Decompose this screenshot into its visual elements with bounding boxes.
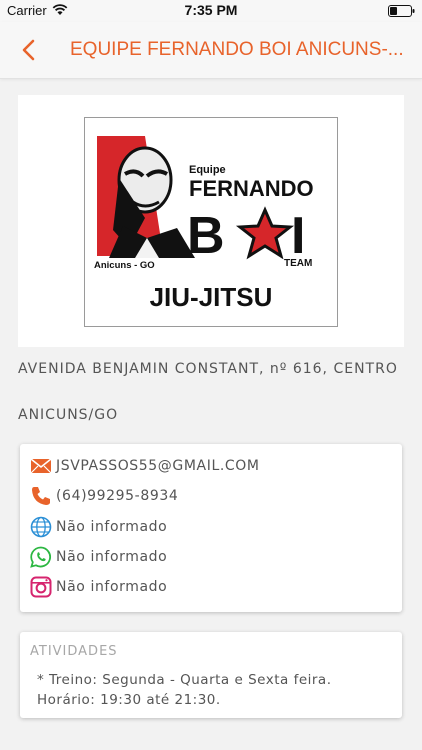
activities-text: * Treino: Segunda - Quarta e Sexta feira… <box>37 672 332 708</box>
logo-fernando: FERNANDO <box>189 176 314 201</box>
clock: 7:35 PM <box>184 2 238 18</box>
logo-team: TEAM <box>284 258 312 269</box>
address-city: ANICUNS/GO <box>18 407 119 423</box>
contact-email-row[interactable]: JSVPASSOS55@GMAIL.COM <box>30 454 390 478</box>
contact-card: JSVPASSOS55@GMAIL.COM (64)99295-8934 Não… <box>20 444 402 612</box>
contact-website: Não informado <box>56 519 168 535</box>
whatsapp-icon <box>30 546 52 568</box>
page-title: EQUIPE FERNANDO BOI ANICUNS-... <box>70 39 404 60</box>
contact-email: JSVPASSOS55@GMAIL.COM <box>56 458 260 474</box>
team-logo-image: Anicuns - GO Equipe FERNANDO B I TEAM JI… <box>94 136 314 312</box>
contact-whatsapp-row[interactable]: Não informado <box>30 545 390 569</box>
chevron-left-icon[interactable] <box>16 37 42 63</box>
contact-phone-row[interactable]: (64)99295-8934 <box>30 484 390 508</box>
phone-icon <box>32 487 50 505</box>
navigation-bar: EQUIPE FERNANDO BOI ANICUNS-... <box>0 22 422 79</box>
team-logo: Anicuns - GO Equipe FERNANDO B I TEAM JI… <box>84 117 338 327</box>
globe-icon <box>30 516 52 538</box>
contact-phone: (64)99295-8934 <box>56 488 179 504</box>
logo-sport: JIU-JITSU <box>150 282 273 312</box>
activities-card: ATIVIDADES * Treino: Segunda - Quarta e … <box>20 632 402 718</box>
contact-whatsapp: Não informado <box>56 549 168 565</box>
contact-website-row[interactable]: Não informado <box>30 515 390 539</box>
activities-title: ATIVIDADES <box>30 644 118 659</box>
logo-card: Anicuns - GO Equipe FERNANDO B I TEAM JI… <box>18 95 404 347</box>
battery-icon <box>388 5 415 17</box>
logo-boi-b: B <box>187 207 225 265</box>
contact-instagram: Não informado <box>56 579 168 595</box>
envelope-icon <box>30 458 52 474</box>
logo-location: Anicuns - GO <box>94 260 155 271</box>
logo-equipe: Equipe <box>189 164 226 176</box>
logo-boi-i: I <box>291 207 305 265</box>
contact-instagram-row[interactable]: Não informado <box>30 575 390 599</box>
instagram-icon <box>30 576 52 598</box>
status-bar: Carrier 7:35 PM <box>0 0 422 22</box>
address-street: AVENIDA BENJAMIN CONSTANT, nº 616, CENTR… <box>18 361 398 377</box>
